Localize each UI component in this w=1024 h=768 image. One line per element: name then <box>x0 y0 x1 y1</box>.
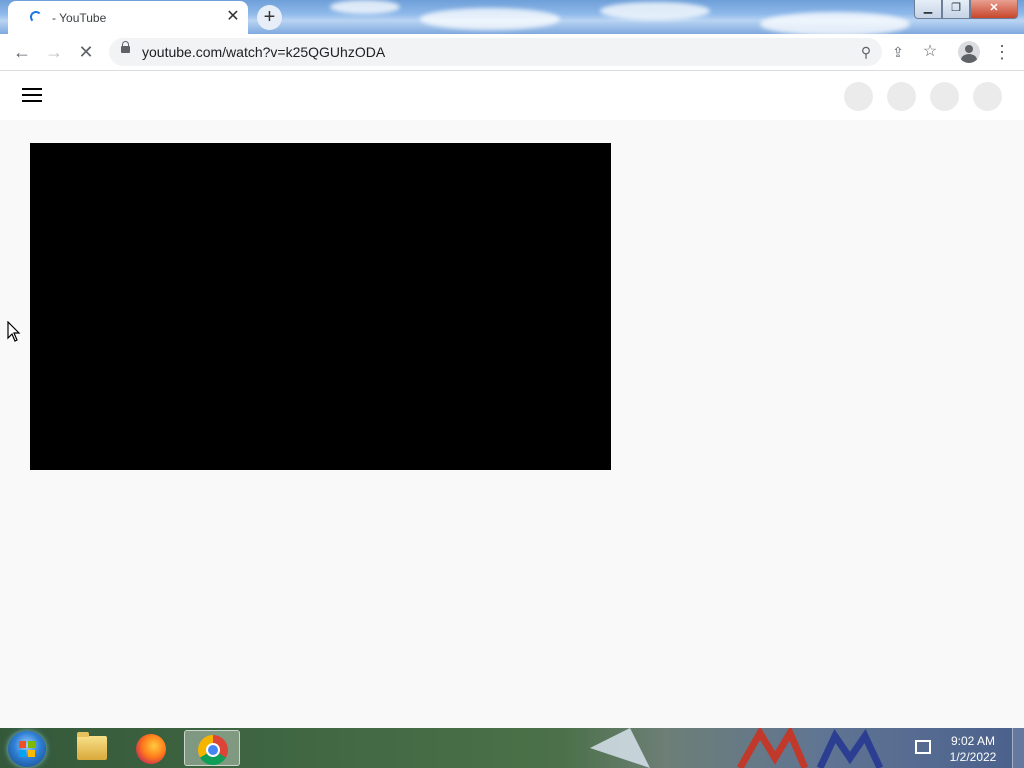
zoom-icon[interactable]: ⚲ <box>856 42 876 62</box>
tab-title: - YouTube <box>52 11 107 25</box>
header-placeholder-icon <box>887 82 916 111</box>
minimize-button[interactable]: ▁ <box>914 0 942 19</box>
tab-youtube[interactable]: - YouTube ✕ <box>8 1 248 34</box>
browser-titlebar: - YouTube ✕ + ▁ ❐ ✕ <box>0 0 1024 34</box>
back-button[interactable]: ← <box>10 40 34 64</box>
clock-date: 1/2/2022 <box>949 750 997 764</box>
forward-button[interactable]: → <box>42 40 66 64</box>
youtube-header <box>0 71 1024 120</box>
loading-spinner-icon <box>30 11 42 23</box>
sky-cloud <box>330 0 400 14</box>
hamburger-icon[interactable] <box>22 88 42 104</box>
folder-icon <box>77 732 107 760</box>
header-placeholder-icon <box>973 82 1002 111</box>
start-button[interactable] <box>8 731 46 767</box>
profile-avatar-icon[interactable] <box>958 41 980 63</box>
taskbar-firefox[interactable] <box>123 730 179 766</box>
share-icon[interactable]: ⇪ <box>888 42 908 62</box>
browser-menu-icon[interactable]: ⋮ <box>992 40 1012 64</box>
sky-cloud <box>600 2 710 20</box>
lock-icon[interactable] <box>121 41 130 53</box>
stop-loading-button[interactable]: ✕ <box>74 40 98 64</box>
header-placeholder-icon <box>930 82 959 111</box>
browser-toolbar: ← → ✕ youtube.com/watch?v=k25QGUhzODA ⚲ … <box>0 34 1024 71</box>
new-tab-button[interactable]: + <box>257 5 282 30</box>
network-tray-icon[interactable] <box>915 740 931 754</box>
sky-cloud <box>760 12 910 34</box>
chrome-icon <box>198 735 228 765</box>
tab-close-icon[interactable]: ✕ <box>224 7 242 27</box>
bookmark-star-icon[interactable]: ☆ <box>920 42 940 62</box>
system-clock[interactable]: 9:02 AM 1/2/2022 <box>940 733 1006 765</box>
address-bar[interactable]: youtube.com/watch?v=k25QGUhzODA ⚲ ⇪ ☆ <box>109 38 937 66</box>
page-content <box>0 120 1024 728</box>
taskbar-file-explorer[interactable] <box>62 730 118 766</box>
firefox-icon <box>136 734 166 764</box>
sky-cloud <box>420 8 560 30</box>
mouse-cursor-icon <box>7 321 21 342</box>
show-desktop-button[interactable] <box>1012 728 1024 768</box>
taskbar-chrome[interactable] <box>184 730 240 766</box>
header-placeholder-icon <box>844 82 873 111</box>
video-player[interactable] <box>30 143 611 470</box>
close-window-button[interactable]: ✕ <box>970 0 1018 19</box>
windows-taskbar: 9:02 AM 1/2/2022 <box>0 728 1024 768</box>
restore-button[interactable]: ❐ <box>942 0 970 19</box>
url-text[interactable]: youtube.com/watch?v=k25QGUhzODA <box>142 44 385 60</box>
wallpaper-graphic <box>590 728 884 768</box>
window-controls: ▁ ❐ ✕ <box>914 0 1018 20</box>
clock-time: 9:02 AM <box>950 734 996 748</box>
windows-logo-icon <box>19 741 35 757</box>
